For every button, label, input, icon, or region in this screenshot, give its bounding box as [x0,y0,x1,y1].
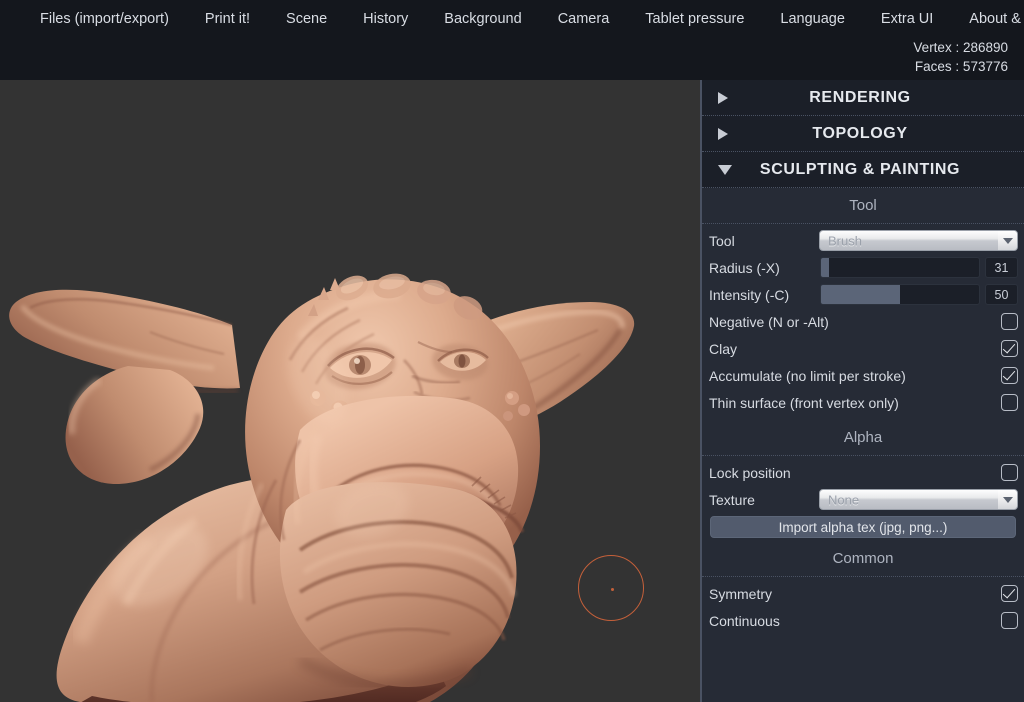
label-texture: Texture [709,492,755,508]
label-intensity: Intensity (-C) [709,287,789,303]
menu-scene[interactable]: Scene [268,0,345,38]
menu-files[interactable]: Files (import/export) [22,0,187,38]
row-clay: Clay [702,335,1024,362]
panel-title-sculpting-painting: SCULPTING & PAINTING [702,161,1024,179]
subsection-common: Common [702,541,1024,577]
label-continuous: Continuous [709,613,780,629]
chevron-down-icon [1003,497,1013,503]
vertex-count: Vertex : 286890 [913,38,1008,57]
thin-surface-checkbox[interactable] [1001,394,1018,411]
negative-checkbox[interactable] [1001,313,1018,330]
row-accumulate: Accumulate (no limit per stroke) [702,362,1024,389]
label-radius: Radius (-X) [709,260,780,276]
radius-slider-fill [821,258,829,277]
menu-background[interactable]: Background [426,0,539,38]
mesh-statistics: Vertex : 286890 Faces : 573776 [913,38,1008,76]
radius-value-box[interactable]: 31 [985,257,1018,278]
faces-count: Faces : 573776 [913,57,1008,76]
row-lock-position: Lock position [702,459,1024,486]
label-clay: Clay [709,341,737,357]
label-symmetry: Symmetry [709,586,772,602]
subsection-common-label: Common [833,550,894,567]
texture-select-value: None [828,492,859,507]
chevron-right-icon [718,92,728,104]
top-menu-bar: Files (import/export) Print it! Scene Hi… [0,0,1024,80]
menu-extra-ui[interactable]: Extra UI [863,0,951,38]
subsection-alpha: Alpha [702,420,1024,456]
subsection-tool-label: Tool [849,197,877,214]
panel-header-sculpting-painting[interactable]: SCULPTING & PAINTING [702,152,1024,188]
menu-print[interactable]: Print it! [187,0,268,38]
label-tool: Tool [709,233,735,249]
symmetry-checkbox[interactable] [1001,585,1018,602]
accumulate-checkbox[interactable] [1001,367,1018,384]
panel-title-topology: TOPOLOGY [702,125,1024,143]
subsection-tool: Tool [702,188,1024,224]
chevron-down-icon [718,165,732,175]
clay-checkbox[interactable] [1001,340,1018,357]
tools-sidebar: RENDERING TOPOLOGY SCULPTING & PAINTING … [700,80,1024,702]
continuous-checkbox[interactable] [1001,612,1018,629]
radius-slider[interactable] [820,257,980,278]
intensity-slider[interactable] [820,284,980,305]
row-radius: Radius (-X) 31 [702,254,1024,281]
subsection-alpha-label: Alpha [844,429,882,446]
chevron-right-icon [718,128,728,140]
intensity-value-box[interactable]: 50 [985,284,1018,305]
menu-about-help[interactable]: About & Help [951,0,1024,38]
lock-position-checkbox[interactable] [1001,464,1018,481]
label-thin-surface: Thin surface (front vertex only) [709,395,899,411]
menu-tablet-pressure[interactable]: Tablet pressure [627,0,762,38]
row-negative: Negative (N or -Alt) [702,308,1024,335]
tool-select[interactable]: Brush [819,230,1018,251]
panel-title-rendering: RENDERING [702,89,1024,107]
label-lock-position: Lock position [709,465,791,481]
row-tool-select: Tool Brush [702,227,1024,254]
menu-camera[interactable]: Camera [540,0,628,38]
texture-select[interactable]: None [819,489,1018,510]
intensity-slider-fill [821,285,900,304]
row-thin-surface: Thin surface (front vertex only) [702,389,1024,416]
panel-header-topology[interactable]: TOPOLOGY [702,116,1024,152]
chevron-down-icon [1003,238,1013,244]
menu-language[interactable]: Language [762,0,863,38]
row-texture-select: Texture None [702,486,1024,513]
row-continuous: Continuous [702,607,1024,634]
menu-row: Files (import/export) Print it! Scene Hi… [0,0,1024,38]
3d-viewport[interactable] [0,80,700,702]
panel-header-rendering[interactable]: RENDERING [702,80,1024,116]
import-alpha-texture-button[interactable]: Import alpha tex (jpg, png...) [710,516,1016,538]
sculpted-mesh [0,80,700,702]
label-accumulate: Accumulate (no limit per stroke) [709,368,906,384]
tool-select-value: Brush [828,233,862,248]
menu-history[interactable]: History [345,0,426,38]
label-negative: Negative (N or -Alt) [709,314,829,330]
row-intensity: Intensity (-C) 50 [702,281,1024,308]
row-symmetry: Symmetry [702,580,1024,607]
sculptgl-app: Files (import/export) Print it! Scene Hi… [0,0,1024,702]
